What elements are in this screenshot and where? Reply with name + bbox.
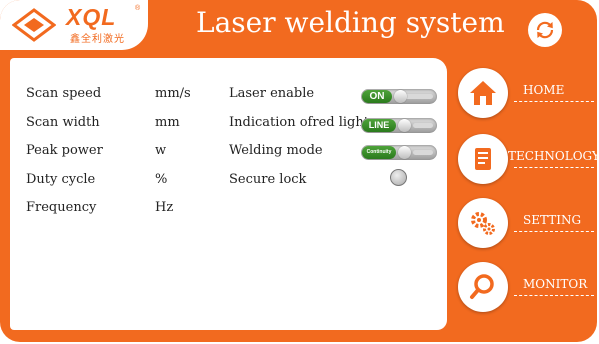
toggle-state-on: ON [362,90,392,103]
brand-logo-icon [12,8,56,42]
toggle-label-secure-lock: Secure lock [229,172,307,187]
page-title: Laser welding system [196,6,505,39]
document-icon [475,148,491,170]
nav-monitor-icon-circle [458,262,508,312]
toggle-state-line: LINE [362,119,396,132]
nav-technology-icon-circle [458,134,508,184]
nav-label-home: HOME [523,83,565,97]
nav-monitor[interactable]: MONITOR [458,262,597,320]
app-frame: XQL ® 鑫全利激光 Laser welding system Scan sp… [0,0,597,342]
logo: XQL ® 鑫全利激光 [0,0,148,50]
toggle-knob [398,146,411,159]
nav-divider [514,295,594,296]
nav-label-setting: SETTING [523,213,582,227]
nav-label-monitor: MONITOR [523,277,588,291]
nav-divider [514,101,594,102]
brand-registered-mark: ® [135,5,141,12]
refresh-button[interactable] [528,13,562,47]
nav-setting[interactable]: SETTING [458,198,597,256]
brand-subtitle: 鑫全利激光 [70,34,125,45]
nav-technology[interactable]: TECHNOLOGY [458,134,597,192]
param-label-scan-speed: Scan speed [26,86,102,101]
param-unit-frequency: Hz [155,200,174,215]
welding-mode-toggle[interactable]: Continuity [361,145,437,160]
toggle-track [403,94,433,99]
param-label-frequency: Frequency [26,200,97,215]
toggle-track [413,123,433,128]
home-icon [470,81,496,105]
indication-red-light-toggle[interactable]: LINE [361,118,437,133]
nav-divider [514,231,594,232]
toggle-label-indication-red-light: Indication ofred light [229,115,369,130]
nav-home[interactable]: HOME [458,68,597,126]
nav-home-icon-circle [458,68,508,118]
param-unit-peak-power: w [155,143,167,158]
toggle-knob [398,119,411,132]
toggle-label-laser-enable: Laser enable [229,86,315,101]
param-label-peak-power: Peak power [26,143,103,158]
nav-setting-icon-circle [458,198,508,248]
nav-divider [514,167,594,168]
toggle-track [413,150,433,155]
param-unit-scan-width: mm [155,115,180,130]
toggle-state-continuity: Continuity [362,146,396,159]
param-unit-scan-speed: mm/s [155,86,191,101]
laser-enable-toggle[interactable]: ON [361,89,437,104]
param-label-scan-width: Scan width [26,115,100,130]
refresh-icon [536,21,554,39]
magnifier-icon [470,274,494,299]
gears-icon [471,212,495,235]
brand-name: XQL [66,4,117,30]
secure-lock-indicator[interactable] [390,169,407,186]
toggle-label-welding-mode: Welding mode [229,143,323,158]
param-label-duty-cycle: Duty cycle [26,172,96,187]
param-unit-duty-cycle: % [155,172,168,187]
toggle-knob [394,90,407,103]
nav-label-technology: TECHNOLOGY [508,149,597,163]
parameters-panel: Scan speed mm/s Scan width mm Peak power… [10,58,447,330]
